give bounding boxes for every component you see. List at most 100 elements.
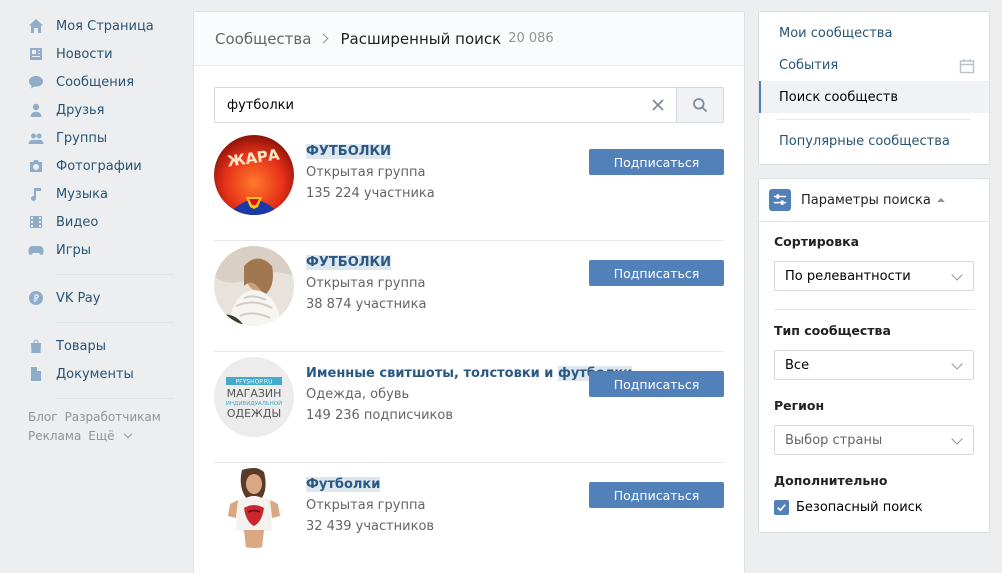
subscribe-button[interactable]: Подписаться	[589, 482, 724, 508]
nav-label: Моя Страница	[56, 18, 154, 34]
avatar[interactable]	[214, 246, 294, 326]
nav-label: Музыка	[56, 186, 108, 202]
chevron-down-icon	[951, 269, 963, 281]
search-bar	[214, 87, 724, 123]
group-type: Открытая группа	[306, 276, 426, 291]
avatar[interactable]	[214, 468, 294, 548]
clear-icon[interactable]	[650, 97, 666, 113]
avatar-shop-line2: ИНДИВИДУАЛЬНОЙ	[226, 400, 282, 407]
nav-vkpay[interactable]: VK Pay	[28, 284, 178, 312]
nav-video[interactable]: Видео	[28, 208, 178, 236]
nav-label: Друзья	[56, 102, 105, 118]
group-info: Футболки Открытая группа 32 439 участник…	[306, 475, 434, 537]
menu-search-communities[interactable]: Поиск сообществ	[759, 81, 989, 113]
menu-popular-communities[interactable]: Популярные сообщества	[759, 125, 989, 157]
community-type-label: Тип сообщества	[774, 323, 891, 338]
search-input[interactable]	[214, 87, 676, 123]
subscribe-button[interactable]: Подписаться	[589, 371, 724, 397]
footer-link-developers[interactable]: Разработчикам	[65, 410, 161, 424]
nav-games[interactable]: Игры	[28, 236, 178, 264]
list-item: Футболки Открытая группа 32 439 участник…	[214, 463, 724, 573]
chevron-down-icon	[951, 358, 963, 370]
nav-label: Сообщения	[56, 74, 135, 90]
groups-icon	[28, 130, 44, 146]
list-item: ЖАРА ФУТБОЛКИ Открытая группа 135 224 уч…	[214, 130, 724, 241]
nav-my-page[interactable]: Моя Страница	[28, 12, 178, 40]
safe-search-checkbox[interactable]: Безопасный поиск	[774, 500, 923, 515]
nav-music[interactable]: Музыка	[28, 180, 178, 208]
list-item: PFYSHOP.RU МАГАЗИН ИНДИВИДУАЛЬНОЙ ОДЕЖДЫ…	[214, 352, 724, 463]
nav-label: Документы	[56, 366, 134, 382]
footer-link-more[interactable]: Ещё	[88, 429, 132, 443]
sort-select[interactable]: По релевантности	[774, 261, 974, 291]
nav-label: Фотографии	[56, 158, 142, 174]
search-params-toggle[interactable]: Параметры поиска	[759, 179, 989, 222]
nav-divider	[56, 398, 174, 399]
gamepad-icon	[28, 242, 44, 258]
menu-events[interactable]: События	[759, 49, 989, 81]
nav-groups[interactable]: Группы	[28, 124, 178, 152]
messages-icon	[28, 74, 44, 90]
group-name-link[interactable]: Именные свитшоты, толстовки и футболки.	[306, 364, 637, 384]
community-type-value: Все	[785, 357, 810, 373]
group-type: Открытая группа	[306, 498, 426, 513]
chevron-down-icon	[123, 429, 132, 439]
avatar-shop-line3: ОДЕЖДЫ	[227, 407, 281, 420]
menu-divider	[777, 119, 971, 120]
footer-link-ads[interactable]: Реклама	[28, 429, 81, 443]
avatar[interactable]: PFYSHOP.RU МАГАЗИН ИНДИВИДУАЛЬНОЙ ОДЕЖДЫ	[214, 357, 294, 437]
breadcrumb: Сообщества Расширенный поиск 20 086	[194, 12, 744, 66]
group-name-link[interactable]: ФУТБОЛКИ	[306, 142, 435, 162]
filter-sliders-icon	[769, 189, 791, 211]
nav-divider	[56, 274, 174, 275]
nav-photos[interactable]: Фотографии	[28, 152, 178, 180]
params-divider	[774, 309, 974, 310]
group-info: ФУТБОЛКИ Открытая группа 135 224 участни…	[306, 142, 435, 204]
community-type-select[interactable]: Все	[774, 350, 974, 380]
group-name-highlight: ФУТБОЛКИ	[306, 255, 392, 270]
group-name-highlight: Футболки	[306, 477, 381, 492]
search-icon	[693, 98, 708, 113]
search-button[interactable]	[676, 87, 724, 123]
calendar-icon[interactable]	[959, 58, 975, 74]
result-count: 20 086	[508, 31, 554, 46]
nav-label: VK Pay	[56, 290, 101, 306]
friends-icon	[28, 102, 44, 118]
subscribe-button[interactable]: Подписаться	[589, 149, 724, 175]
subscribe-button[interactable]: Подписаться	[589, 260, 724, 286]
document-icon	[28, 366, 44, 382]
checkbox-checked-icon	[774, 500, 789, 515]
nav-friends[interactable]: Друзья	[28, 96, 178, 124]
nav-label: Новости	[56, 46, 113, 62]
sort-label: Сортировка	[774, 234, 860, 249]
footer-link-blog[interactable]: Блог	[28, 410, 58, 424]
main-panel: Сообщества Расширенный поиск 20 086 ЖАРА	[193, 11, 745, 573]
group-name-link[interactable]: ФУТБОЛКИ	[306, 253, 426, 273]
chevron-right-icon	[319, 33, 329, 44]
group-type: Открытая группа	[306, 165, 426, 180]
shopping-bag-icon	[28, 338, 44, 354]
nav-label: Видео	[56, 214, 99, 230]
avatar-shop-url: PFYSHOP.RU	[236, 379, 273, 386]
footer-more-label: Ещё	[88, 429, 115, 443]
group-members: 38 874 участника	[306, 297, 427, 312]
video-icon	[28, 214, 44, 230]
nav-goods[interactable]: Товары	[28, 332, 178, 360]
group-members: 32 439 участников	[306, 519, 435, 534]
list-item: ФУТБОЛКИ Открытая группа 38 874 участник…	[214, 241, 724, 352]
nav-documents[interactable]: Документы	[28, 360, 178, 388]
group-name-prefix: Именные свитшоты, толстовки и	[306, 366, 558, 381]
region-select[interactable]: Выбор страны	[774, 425, 974, 455]
group-name-link[interactable]: Футболки	[306, 475, 434, 495]
nav-messages[interactable]: Сообщения	[28, 68, 178, 96]
avatar[interactable]: ЖАРА	[214, 135, 294, 215]
menu-my-communities[interactable]: Мои сообщества	[759, 17, 989, 49]
nav-news[interactable]: Новости	[28, 40, 178, 68]
breadcrumb-communities-link[interactable]: Сообщества	[215, 30, 311, 48]
nav-label: Группы	[56, 130, 108, 146]
region-select-placeholder: Выбор страны	[785, 432, 883, 448]
group-type: Одежда, обувь	[306, 387, 410, 402]
group-members: 149 236 подписчиков	[306, 408, 454, 423]
vkpay-icon	[28, 290, 44, 306]
music-icon	[28, 186, 44, 202]
